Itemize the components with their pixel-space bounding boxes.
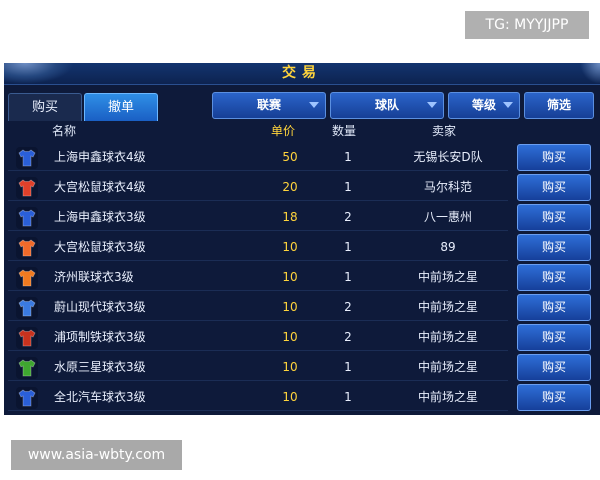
item-quantity: 1: [344, 390, 352, 404]
level-filter-dropdown[interactable]: 等级: [448, 92, 520, 119]
jersey-icon: [16, 297, 38, 319]
row-divider: [8, 380, 508, 381]
item-quantity: 1: [344, 150, 352, 164]
watermark-tg: TG: MYYJJPP: [465, 11, 589, 39]
item-seller: 八一惠州: [423, 210, 472, 224]
table-row: 大宫松鼠球衣4级 20 1 马尔科范 购买: [8, 173, 596, 201]
window-title: 交易: [282, 65, 322, 81]
column-header-price: 单价: [271, 124, 296, 138]
row-divider: [8, 230, 508, 231]
item-quantity: 1: [344, 180, 352, 194]
item-seller: 中前场之星: [417, 300, 478, 314]
item-price: 20: [282, 180, 298, 194]
item-price: 10: [282, 390, 298, 404]
column-header-qty: 数量: [332, 124, 357, 138]
item-price: 10: [282, 300, 298, 314]
table-row: 全北汽车球衣3级 10 1 中前场之星 购买: [8, 383, 596, 411]
jersey-icon: [16, 237, 38, 259]
item-name: 大宫松鼠球衣3级: [54, 240, 146, 254]
table-row: 上海申鑫球衣3级 18 2 八一惠州 购买: [8, 203, 596, 231]
chevron-down-icon: [503, 102, 513, 108]
table-row: 水原三星球衣3级 10 1 中前场之星 购买: [8, 353, 596, 381]
buy-button[interactable]: 购买: [517, 204, 591, 231]
jersey-icon: [16, 327, 38, 349]
row-divider: [8, 410, 508, 411]
item-seller: 马尔科范: [423, 180, 472, 194]
filter-button[interactable]: 筛选: [524, 92, 594, 119]
tab-buy[interactable]: 购买: [8, 93, 82, 121]
title-bar: 交易: [4, 63, 600, 85]
item-seller: 89: [440, 240, 456, 254]
jersey-icon: [16, 267, 38, 289]
jersey-icon: [16, 207, 38, 229]
item-price: 50: [282, 150, 298, 164]
row-divider: [8, 290, 508, 291]
item-name: 浦项制铁球衣3级: [54, 330, 146, 344]
chevron-down-icon: [427, 102, 437, 108]
item-quantity: 2: [344, 210, 352, 224]
table-row: 济州联球衣3级 10 1 中前场之星 购买: [8, 263, 596, 291]
item-price: 10: [282, 330, 298, 344]
jersey-icon: [16, 177, 38, 199]
item-price: 18: [282, 210, 298, 224]
league-filter-dropdown[interactable]: 联赛: [212, 92, 326, 119]
buy-button[interactable]: 购买: [517, 354, 591, 381]
item-price: 10: [282, 360, 298, 374]
row-divider: [8, 170, 508, 171]
table-row: 浦项制铁球衣3级 10 2 中前场之星 购买: [8, 323, 596, 351]
table-row: 蔚山现代球衣3级 10 2 中前场之星 购买: [8, 293, 596, 321]
buy-button[interactable]: 购买: [517, 384, 591, 411]
row-divider: [8, 350, 508, 351]
trade-window: 交易 购买 撤单 联赛 球队 等级 筛选 名称 单价 数量 卖家 上海申鑫球衣4…: [4, 63, 600, 415]
column-header-seller: 卖家: [432, 124, 457, 138]
league-filter-label: 联赛: [256, 98, 281, 112]
buy-button[interactable]: 购买: [517, 294, 591, 321]
item-name: 大宫松鼠球衣4级: [54, 180, 146, 194]
item-quantity: 2: [344, 300, 352, 314]
jersey-icon: [16, 147, 38, 169]
item-seller: 中前场之星: [417, 330, 478, 344]
watermark-url: www.asia-wbty.com: [11, 440, 182, 470]
table-row: 大宫松鼠球衣3级 10 1 89 购买: [8, 233, 596, 261]
item-name: 全北汽车球衣3级: [54, 390, 146, 404]
item-name: 济州联球衣3级: [54, 270, 134, 284]
team-filter-dropdown[interactable]: 球队: [330, 92, 444, 119]
item-seller: 无锡长安D队: [413, 150, 483, 164]
tab-cancel-order[interactable]: 撤单: [84, 93, 158, 121]
item-name: 蔚山现代球衣3级: [54, 300, 146, 314]
team-filter-label: 球队: [374, 98, 399, 112]
jersey-icon: [16, 387, 38, 409]
column-header-name: 名称: [52, 124, 77, 138]
buy-button[interactable]: 购买: [517, 174, 591, 201]
jersey-icon: [16, 357, 38, 379]
item-seller: 中前场之星: [417, 360, 478, 374]
item-quantity: 1: [344, 360, 352, 374]
row-divider: [8, 320, 508, 321]
item-seller: 中前场之星: [417, 390, 478, 404]
level-filter-label: 等级: [471, 98, 496, 112]
buy-button[interactable]: 购买: [517, 264, 591, 291]
buy-button[interactable]: 购买: [517, 144, 591, 171]
item-name: 水原三星球衣3级: [54, 360, 146, 374]
item-quantity: 1: [344, 240, 352, 254]
item-quantity: 1: [344, 270, 352, 284]
buy-button[interactable]: 购买: [517, 324, 591, 351]
row-divider: [8, 200, 508, 201]
item-name: 上海申鑫球衣4级: [54, 150, 146, 164]
item-seller: 中前场之星: [417, 270, 478, 284]
item-quantity: 2: [344, 330, 352, 344]
buy-button[interactable]: 购买: [517, 234, 591, 261]
item-price: 10: [282, 240, 298, 254]
item-price: 10: [282, 270, 298, 284]
chevron-down-icon: [309, 102, 319, 108]
row-divider: [8, 260, 508, 261]
item-name: 上海申鑫球衣3级: [54, 210, 146, 224]
table-row: 上海申鑫球衣4级 50 1 无锡长安D队 购买: [8, 143, 596, 171]
